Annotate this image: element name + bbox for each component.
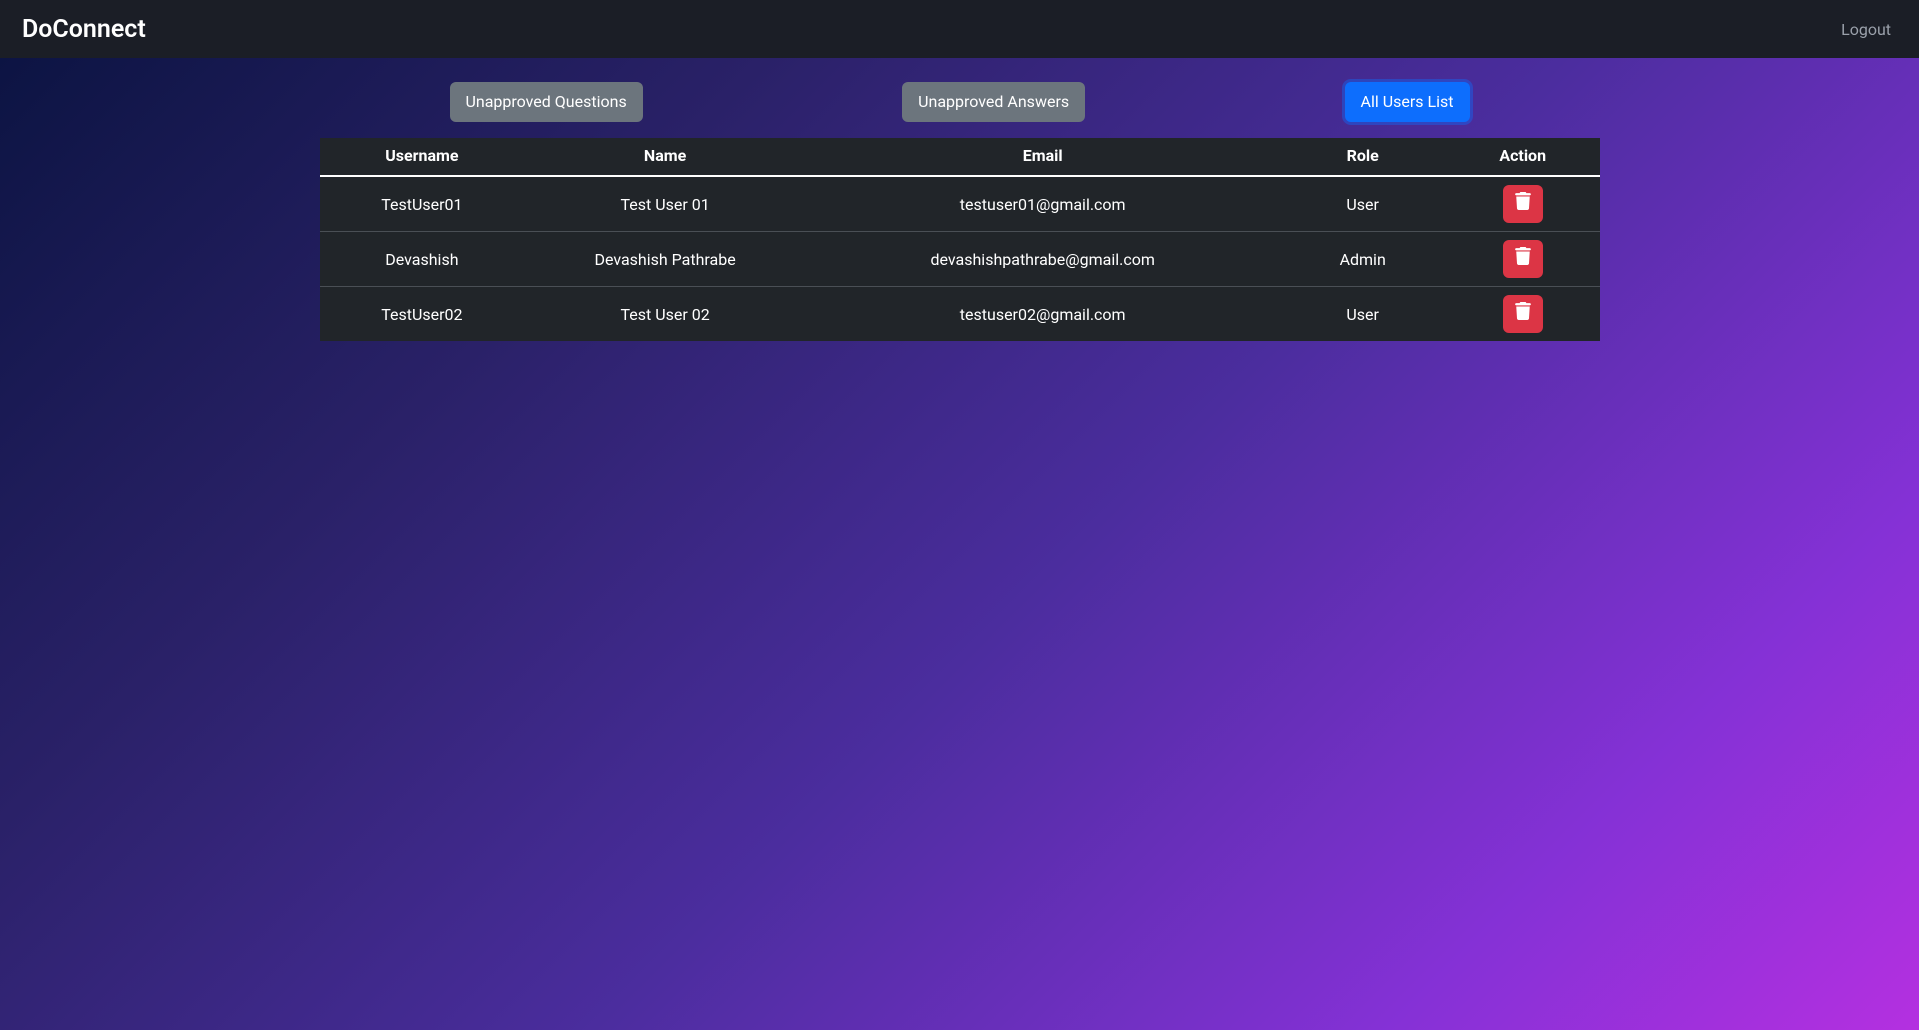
cell-name: Test User 01	[524, 176, 806, 232]
table-row: TestUser02Test User 02testuser02@gmail.c…	[320, 287, 1600, 342]
cell-role: User	[1279, 287, 1445, 342]
col-header-role: Role	[1279, 138, 1445, 176]
cell-username: Devashish	[320, 232, 525, 287]
cell-email: testuser01@gmail.com	[806, 176, 1280, 232]
table-header-row: Username Name Email Role Action	[320, 138, 1600, 176]
logout-link[interactable]: Logout	[1841, 20, 1891, 39]
cell-action	[1446, 287, 1600, 342]
col-header-email: Email	[806, 138, 1280, 176]
cell-action	[1446, 232, 1600, 287]
users-table: Username Name Email Role Action TestUser…	[320, 138, 1600, 341]
cell-username: TestUser01	[320, 176, 525, 232]
tab-unapproved-answers[interactable]: Unapproved Answers	[902, 82, 1085, 122]
trash-icon	[1515, 247, 1531, 271]
col-header-action: Action	[1446, 138, 1600, 176]
navbar: DoConnect Logout	[0, 0, 1919, 58]
tab-all-users-list[interactable]: All Users List	[1345, 82, 1470, 122]
delete-button[interactable]	[1503, 240, 1543, 278]
brand-title[interactable]: DoConnect	[22, 15, 146, 44]
cell-email: devashishpathrabe@gmail.com	[806, 232, 1280, 287]
trash-icon	[1515, 302, 1531, 326]
delete-button[interactable]	[1503, 185, 1543, 223]
cell-name: Test User 02	[524, 287, 806, 342]
main-content: Unapproved Questions Unapproved Answers …	[320, 58, 1600, 341]
trash-icon	[1515, 192, 1531, 216]
tab-unapproved-questions[interactable]: Unapproved Questions	[450, 82, 643, 122]
tab-row: Unapproved Questions Unapproved Answers …	[320, 82, 1600, 122]
col-header-name: Name	[524, 138, 806, 176]
cell-email: testuser02@gmail.com	[806, 287, 1280, 342]
col-header-username: Username	[320, 138, 525, 176]
cell-name: Devashish Pathrabe	[524, 232, 806, 287]
cell-username: TestUser02	[320, 287, 525, 342]
cell-action	[1446, 176, 1600, 232]
table-row: TestUser01Test User 01testuser01@gmail.c…	[320, 176, 1600, 232]
cell-role: User	[1279, 176, 1445, 232]
cell-role: Admin	[1279, 232, 1445, 287]
delete-button[interactable]	[1503, 295, 1543, 333]
table-row: DevashishDevashish Pathrabedevashishpath…	[320, 232, 1600, 287]
